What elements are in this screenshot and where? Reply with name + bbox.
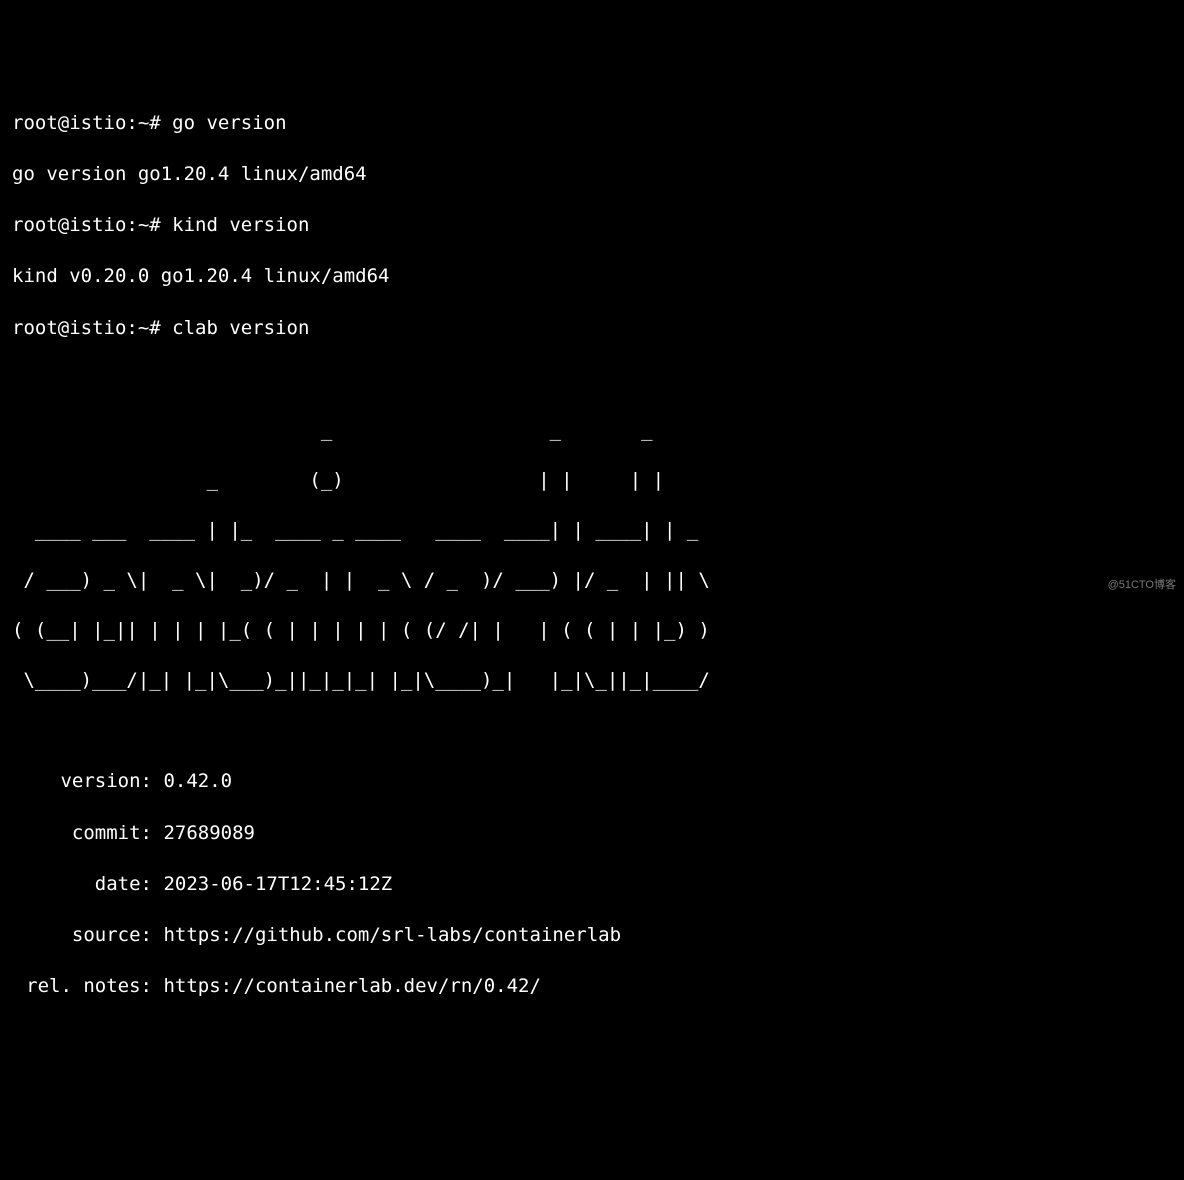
info-source: https://github.com/srl-labs/containerlab bbox=[163, 924, 621, 946]
blank-line bbox=[12, 367, 1172, 393]
info-label-date: date: bbox=[12, 872, 152, 898]
ascii-art-line-3: / ___) _ \| _ \| _)/ _ | | _ \ / _ )/ __… bbox=[12, 568, 1172, 592]
info-label-source: source: bbox=[12, 923, 152, 949]
watermark: @51CTO博客 bbox=[1108, 578, 1176, 593]
info-version: 0.42.0 bbox=[163, 770, 232, 792]
cmd-line-clab: root@istio:~# clab version bbox=[12, 316, 1172, 342]
info-row-date: date: 2023-06-17T12:45:12Z bbox=[12, 872, 1172, 898]
output-go: go version go1.20.4 linux/amd64 bbox=[12, 162, 1172, 188]
ascii-art-line-5: \____)___/|_| |_|\___)_||_|_|_| |_|\____… bbox=[12, 668, 1172, 692]
blank-line bbox=[12, 718, 1172, 744]
info-date: 2023-06-17T12:45:12Z bbox=[163, 873, 392, 895]
ascii-art-line-1: _ (_) | | | | bbox=[12, 468, 1172, 492]
cmd-kind: kind version bbox=[172, 214, 309, 236]
prompt: root@istio:~# bbox=[12, 317, 161, 339]
cmd-go: go version bbox=[172, 112, 286, 134]
cmd-line-go: root@istio:~# go version bbox=[12, 111, 1172, 137]
info-row-commit: commit: 27689089 bbox=[12, 821, 1172, 847]
info-label-commit: commit: bbox=[12, 821, 152, 847]
cmd-clab: clab version bbox=[172, 317, 309, 339]
info-relnotes: https://containerlab.dev/rn/0.42/ bbox=[163, 975, 541, 997]
prompt: root@istio:~# bbox=[12, 112, 161, 134]
cmd-line-kind: root@istio:~# kind version bbox=[12, 213, 1172, 239]
info-row-source: source: https://github.com/srl-labs/cont… bbox=[12, 923, 1172, 949]
info-label-version: version: bbox=[12, 769, 152, 795]
info-row-relnotes: rel. notes: https://containerlab.dev/rn/… bbox=[12, 974, 1172, 1000]
info-row-version: version: 0.42.0 bbox=[12, 769, 1172, 795]
output-kind: kind v0.20.0 go1.20.4 linux/amd64 bbox=[12, 264, 1172, 290]
prompt: root@istio:~# bbox=[12, 214, 161, 236]
ascii-art-line-0: _ _ _ bbox=[12, 418, 1172, 442]
info-label-relnotes: rel. notes: bbox=[12, 974, 152, 1000]
info-commit: 27689089 bbox=[163, 822, 255, 844]
ascii-art-line-2: ____ ___ ____ | |_ ____ _ ____ ____ ____… bbox=[12, 518, 1172, 542]
ascii-art-line-4: ( (__| |_|| | | | |_( ( | | | | | ( (/ /… bbox=[12, 618, 1172, 642]
